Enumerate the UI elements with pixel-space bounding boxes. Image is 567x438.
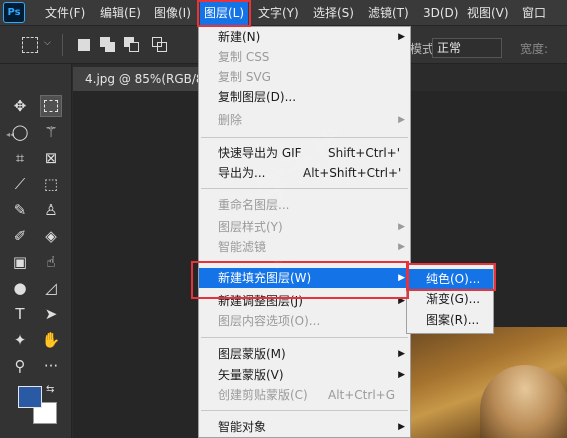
menu-separator <box>201 262 408 263</box>
layer-dropdown-menu: 新建(N) ▶ 复制 CSS 复制 SVG 复制图层(D)... 删除 ▶ 快速导出… <box>198 26 411 438</box>
menu-separator <box>201 410 408 411</box>
photoshop-logo[interactable]: Ps <box>3 2 25 23</box>
menu-3d[interactable]: 3D(D) <box>423 0 458 26</box>
submenu-arrow-icon: ▶ <box>398 349 405 359</box>
patch-tool-icon[interactable]: ⬚ <box>40 173 62 195</box>
width-label: 宽度: <box>520 42 549 56</box>
submenu-item-pattern[interactable]: 图案(R)... <box>407 310 493 330</box>
menu-separator <box>201 188 408 189</box>
menu-bar: Ps 文件(F) 编辑(E) 图像(I) 图层(L) 文字(Y) 选择(S) 滤… <box>0 0 567 26</box>
foreground-color-swatch[interactable] <box>18 386 42 408</box>
menu-view[interactable]: 视图(V) <box>467 0 509 26</box>
move-tool-icon[interactable]: ✥ <box>9 95 31 117</box>
menu-edit[interactable]: 编辑(E) <box>100 0 141 26</box>
menu-select[interactable]: 选择(S) <box>313 0 354 26</box>
smudge-tool-icon[interactable]: ☝ <box>40 251 62 273</box>
pen-tool-icon[interactable]: ◿ <box>40 277 62 299</box>
submenu-item-solid-color[interactable]: 纯色(O)... <box>407 269 493 289</box>
menu-item-copy-css: 复制 CSS <box>218 50 270 64</box>
more-tools-icon[interactable]: ··· <box>40 355 62 377</box>
dodge-tool-icon[interactable]: ● <box>9 277 31 299</box>
shortcut-label: Alt+Ctrl+G <box>328 388 396 402</box>
menu-item-create-clipping-mask: 创建剪贴蒙版(C) Alt+Ctrl+G <box>199 385 410 405</box>
magic-wand-icon[interactable]: ⚚ <box>40 121 62 143</box>
marquee-tool-icon[interactable] <box>40 95 62 117</box>
menu-item-rename-layer: 重命名图层... <box>218 198 290 212</box>
menu-item-vector-mask[interactable]: 矢量蒙版(V) ▶ <box>199 365 410 385</box>
submenu-arrow-icon: ▶ <box>398 32 405 42</box>
shortcut-label: Shift+Ctrl+' <box>328 146 401 160</box>
shape-tool-icon[interactable]: ✦ <box>9 329 31 351</box>
gradient-tool-icon[interactable]: ▣ <box>9 251 31 273</box>
menu-item-copy-svg: 复制 SVG <box>218 70 271 84</box>
submenu-arrow-icon: ▶ <box>398 422 405 432</box>
menu-separator <box>201 337 408 338</box>
fill-layer-submenu: 纯色(O)... 渐变(G)... 图案(R)... <box>406 264 494 334</box>
submenu-arrow-icon: ▶ <box>398 222 405 232</box>
new-selection-icon[interactable] <box>76 37 92 53</box>
menu-filter[interactable]: 滤镜(T) <box>368 0 409 26</box>
menu-item-smart-object[interactable]: 智能对象 ▶ <box>199 417 410 437</box>
shortcut-label: Alt+Shift+Ctrl+' <box>303 166 402 180</box>
divider <box>62 34 63 56</box>
brush-tool-icon[interactable]: ✎ <box>9 199 31 221</box>
menu-item-delete: 删除 ▶ <box>199 110 410 130</box>
document-tab[interactable]: 4.jpg @ 85%(RGB/8) <box>73 67 203 91</box>
submenu-item-gradient[interactable]: 渐变(G)... <box>407 289 493 309</box>
canvas-photo <box>410 327 567 438</box>
menu-separator <box>201 137 408 138</box>
mode-select[interactable]: 正常 <box>432 38 502 58</box>
type-tool-icon[interactable]: T <box>9 303 31 325</box>
photo-subject <box>480 365 567 438</box>
history-brush-icon[interactable]: ✐ <box>9 225 31 247</box>
zoom-tool-icon[interactable]: ⚲ <box>9 355 31 377</box>
menu-item-export-as[interactable]: 导出为... Alt+Shift+Ctrl+' <box>199 163 410 183</box>
submenu-arrow-icon: ▶ <box>398 242 405 252</box>
eraser-tool-icon[interactable]: ◈ <box>40 225 62 247</box>
menu-image[interactable]: 图像(I) <box>154 0 191 26</box>
menu-file[interactable]: 文件(F) <box>45 0 85 26</box>
marquee-preset-icon[interactable] <box>22 37 38 53</box>
menu-window[interactable]: 窗口 <box>522 0 546 26</box>
frame-tool-icon[interactable]: ⊠ <box>40 147 62 169</box>
menu-item-new[interactable]: 新建(N) ▶ <box>199 27 410 47</box>
lasso-tool-icon[interactable]: ◯ <box>9 121 31 143</box>
menu-layer[interactable]: 图层(L) <box>200 0 249 26</box>
eyedropper-icon[interactable]: ⟋ <box>9 173 31 195</box>
menu-item-layer-mask[interactable]: 图层蒙版(M) ▶ <box>199 344 410 364</box>
intersect-selection-icon[interactable] <box>152 37 168 53</box>
crop-tool-icon[interactable]: ⌗ <box>9 147 31 169</box>
menu-item-new-fill-layer[interactable]: 新建填充图层(W) ▶ <box>199 268 410 288</box>
submenu-arrow-icon: ▶ <box>398 296 405 306</box>
swap-colors-icon[interactable]: ⇆ <box>46 384 54 395</box>
menu-item-quick-export-gif[interactable]: 快速导出为 GIF Shift+Ctrl+' <box>199 143 410 163</box>
stamp-tool-icon[interactable]: ♙ <box>40 199 62 221</box>
path-selection-icon[interactable]: ➤ <box>40 303 62 325</box>
menu-item-layer-style: 图层样式(Y) ▶ <box>199 217 410 237</box>
add-selection-icon[interactable] <box>100 37 116 53</box>
chevron-down-icon[interactable]: ⌵ <box>44 38 51 48</box>
menu-item-duplicate-layer[interactable]: 复制图层(D)... <box>199 87 410 107</box>
hand-tool-icon[interactable]: ✋ <box>40 329 62 351</box>
submenu-arrow-icon: ▶ <box>398 115 405 125</box>
submenu-arrow-icon: ▶ <box>398 273 405 283</box>
menu-type[interactable]: 文字(Y) <box>258 0 299 26</box>
menu-item-new-adjustment-layer[interactable]: 新建调整图层(J) ▶ <box>199 291 410 311</box>
subtract-selection-icon[interactable] <box>124 37 140 53</box>
submenu-arrow-icon: ▶ <box>398 370 405 380</box>
menu-item-smart-filter: 智能滤镜 ▶ <box>199 237 410 257</box>
menu-item-layer-content-options: 图层内容选项(O)... <box>218 314 321 328</box>
